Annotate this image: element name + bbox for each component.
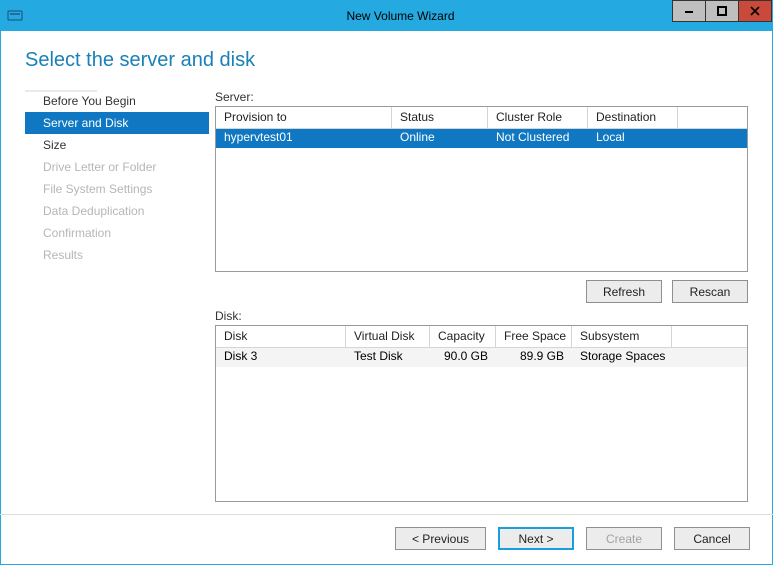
nav-step-6: Confirmation <box>25 222 209 244</box>
server-grid[interactable]: Provision to Status Cluster Role Destina… <box>215 106 748 272</box>
cell-cluster: Not Clustered <box>488 129 588 148</box>
col-provision[interactable]: Provision to <box>216 107 392 128</box>
cancel-button[interactable]: Cancel <box>674 527 750 550</box>
nav-step-4: File System Settings <box>25 178 209 200</box>
page-heading: Select the server and disk <box>25 49 748 72</box>
disk-label: Disk: <box>215 309 748 323</box>
cell-status: Online <box>392 129 488 148</box>
wizard-nav: Before You BeginServer and DiskSizeDrive… <box>25 90 209 502</box>
cell-subsystem: Storage Spaces <box>572 348 692 367</box>
nav-step-2[interactable]: Size <box>25 134 209 156</box>
cell-disk: Disk 3 <box>216 348 346 367</box>
cell-vdisk: Test Disk <box>346 348 430 367</box>
minimize-button[interactable] <box>672 0 706 22</box>
nav-step-1[interactable]: Server and Disk <box>25 112 209 134</box>
next-button[interactable]: Next > <box>498 527 574 550</box>
previous-button[interactable]: < Previous <box>395 527 486 550</box>
col-cluster[interactable]: Cluster Role <box>488 107 588 128</box>
col-spacer2 <box>672 326 747 347</box>
col-status[interactable]: Status <box>392 107 488 128</box>
col-subsystem[interactable]: Subsystem <box>572 326 672 347</box>
maximize-button[interactable] <box>705 0 739 22</box>
nav-step-3: Drive Letter or Folder <box>25 156 209 178</box>
col-free-space[interactable]: Free Space <box>496 326 572 347</box>
heading-underline <box>25 90 97 92</box>
app-icon <box>1 8 29 24</box>
refresh-button[interactable]: Refresh <box>586 280 662 303</box>
window-title: New Volume Wizard <box>29 9 772 23</box>
cell-destination: Local <box>588 129 678 148</box>
cell-capacity: 90.0 GB <box>430 348 496 367</box>
col-destination[interactable]: Destination <box>588 107 678 128</box>
nav-step-5: Data Deduplication <box>25 200 209 222</box>
titlebar: New Volume Wizard <box>1 1 772 31</box>
close-button[interactable] <box>738 0 772 22</box>
create-button[interactable]: Create <box>586 527 662 550</box>
wizard-footer: < Previous Next > Create Cancel <box>1 515 772 564</box>
col-virtual-disk[interactable]: Virtual Disk <box>346 326 430 347</box>
nav-step-0[interactable]: Before You Begin <box>25 90 209 112</box>
cell-free: 89.9 GB <box>496 348 572 367</box>
server-row[interactable]: hypervtest01OnlineNot ClusteredLocal <box>216 129 747 148</box>
disk-row[interactable]: Disk 3Test Disk90.0 GB89.9 GBStorage Spa… <box>216 348 747 367</box>
rescan-button[interactable]: Rescan <box>672 280 748 303</box>
disk-grid[interactable]: Disk Virtual Disk Capacity Free Space Su… <box>215 325 748 502</box>
nav-step-7: Results <box>25 244 209 266</box>
wizard-window: New Volume Wizard Select the server and … <box>0 0 773 565</box>
col-spacer <box>678 107 747 128</box>
cell-provision: hypervtest01 <box>216 129 392 148</box>
server-label: Server: <box>215 90 748 104</box>
col-capacity[interactable]: Capacity <box>430 326 496 347</box>
col-disk[interactable]: Disk <box>216 326 346 347</box>
